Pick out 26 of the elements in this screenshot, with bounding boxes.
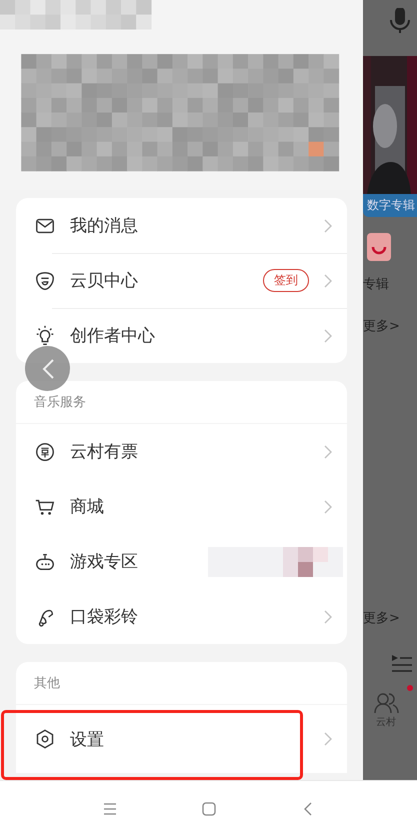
home-icon[interactable] <box>200 801 216 817</box>
chevron-icon <box>323 444 333 460</box>
menu-item[interactable]: 游戏专区 <box>16 534 347 589</box>
album-tag: 数字专辑 <box>363 194 417 217</box>
menu-item[interactable]: 商城 <box>16 479 347 534</box>
smile-icon <box>367 233 391 261</box>
sign-in-badge[interactable]: 签到 <box>263 269 309 292</box>
microphone-icon[interactable] <box>389 8 411 34</box>
album-label: 专辑 <box>363 276 389 293</box>
chevron-icon <box>323 328 333 344</box>
chevron-icon <box>323 731 333 747</box>
people-icon <box>373 691 399 715</box>
section-title: 音乐服务 <box>34 394 86 411</box>
chevron-icon <box>323 218 333 234</box>
menu-item[interactable]: 口袋彩铃 <box>16 589 347 644</box>
playlist-icon[interactable] <box>391 653 413 673</box>
chevron-icon <box>40 358 54 380</box>
menu-item[interactable]: 我的消息 <box>16 198 347 253</box>
section-title: 其他 <box>34 675 60 692</box>
menu-item[interactable]: 云村有票 <box>16 424 347 479</box>
menu-item[interactable]: 设置 <box>16 705 347 773</box>
chevron-icon <box>323 498 333 514</box>
menu-item[interactable]: 云贝中心 签到 <box>16 253 347 308</box>
chevron-icon <box>323 608 333 624</box>
menu-item[interactable]: 创作者中心 <box>16 308 347 363</box>
chevron-icon <box>323 272 333 288</box>
